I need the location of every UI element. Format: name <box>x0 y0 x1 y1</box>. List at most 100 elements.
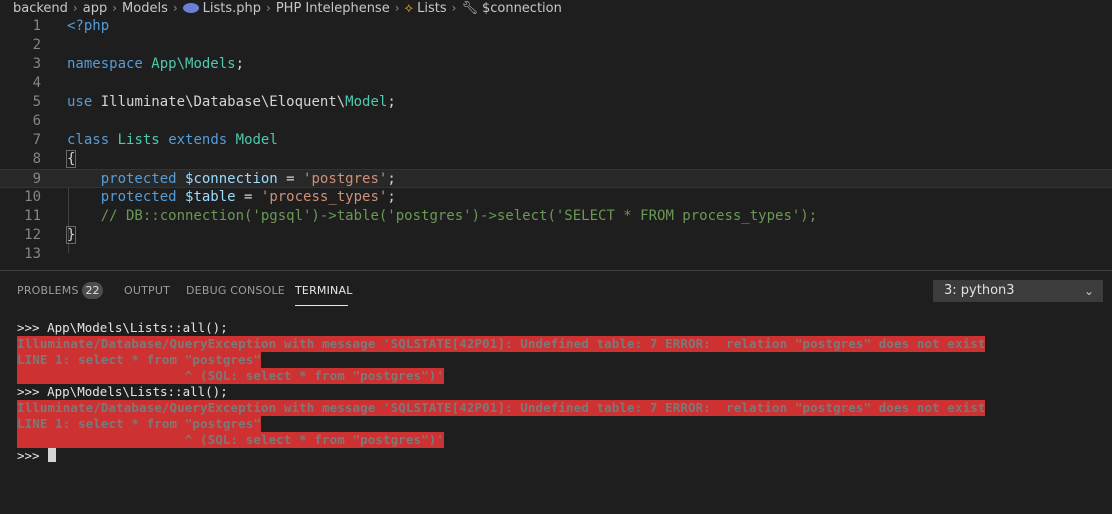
tab-terminal[interactable]: TERMINAL <box>295 284 353 297</box>
string-literal: 'postgres' <box>303 171 388 187</box>
terminal-error: ^ (SQL: select * from "postgres")' <box>17 432 445 448</box>
tab-problems[interactable]: PROBLEMS <box>17 284 79 297</box>
terminal-cursor <box>48 448 57 462</box>
terminal-line: >>> App\Models\Lists::all(); <box>17 320 1107 336</box>
line-number: 6 <box>32 113 41 129</box>
bottom-panel: PROBLEMS 22 OUTPUT DEBUG CONSOLE TERMINA… <box>0 270 1112 514</box>
breadcrumb-item-property[interactable]: $connection <box>482 1 562 16</box>
keyword: protected <box>100 171 177 187</box>
keyword: class <box>67 132 110 148</box>
line-number: 1 <box>32 18 41 34</box>
chevron-right-icon: › <box>72 1 78 15</box>
terminal-error: LINE 1: select * from "postgres" <box>17 352 262 368</box>
terminal-line: LINE 1: select * from "postgres" <box>17 416 1107 432</box>
code-line: 2 <box>0 36 1112 55</box>
chevron-right-icon: › <box>266 1 271 15</box>
code-line: 5 use Illuminate\Database\Eloquent\Model… <box>0 93 1112 112</box>
operator: = <box>277 171 304 187</box>
terminal-output[interactable]: >>> App\Models\Lists::all(); Illuminate/… <box>17 320 1107 464</box>
breadcrumb-item-class[interactable]: Lists <box>417 1 447 16</box>
punctuation: ; <box>235 56 245 72</box>
keyword: protected <box>100 189 177 205</box>
string-literal: 'process_types' <box>260 189 388 205</box>
php-file-icon <box>182 3 199 13</box>
class-name: Model <box>345 94 388 110</box>
matched-brace: } <box>65 226 77 244</box>
keyword: use <box>67 94 93 110</box>
keyword: namespace <box>67 56 143 72</box>
terminal-error: ^ (SQL: select * from "postgres")' <box>17 368 445 384</box>
terminal-line: ^ (SQL: select * from "postgres")' <box>17 368 1107 384</box>
terminal-line: >>> <box>17 448 1107 464</box>
active-tab-indicator <box>295 305 348 306</box>
panel-tabs: PROBLEMS 22 OUTPUT DEBUG CONSOLE TERMINA… <box>0 271 700 311</box>
punctuation: ; <box>387 189 396 205</box>
breadcrumb-item-app[interactable]: app <box>83 1 107 16</box>
terminal-prompt: >>> App\Models\Lists::all(); <box>17 320 228 335</box>
chevron-right-icon: › <box>172 1 178 15</box>
code-editor[interactable]: 1 <?php 2 3 namespace App\Models; 4 5 us… <box>0 17 1112 269</box>
punctuation: ; <box>387 171 396 187</box>
keyword: extends <box>168 132 228 148</box>
terminal-line: Illuminate/Database/QueryException with … <box>17 400 1107 416</box>
terminal-line: ^ (SQL: select * from "postgres")' <box>17 432 1107 448</box>
breadcrumb-item-models[interactable]: Models <box>122 1 168 16</box>
problems-count-badge: 22 <box>82 282 103 299</box>
line-number: 2 <box>32 37 41 53</box>
terminal-error: Illuminate/Database/QueryException with … <box>17 336 986 352</box>
code-line: 7 class Lists extends Model <box>0 131 1112 150</box>
comment: // DB::connection('pgsql')->table('postg… <box>100 208 818 224</box>
terminal-select-value: 3: python3 <box>944 283 1015 298</box>
namespace-name: App\Models <box>151 56 236 72</box>
chevron-down-icon: ⌄ <box>1083 284 1094 298</box>
code-line: 6 <box>0 112 1112 131</box>
code-line: 8 { <box>0 150 1112 169</box>
terminal-select[interactable]: 3: python3 ⌄ <box>933 280 1103 302</box>
breadcrumb-item-intelephense[interactable]: PHP Intelephense <box>276 1 390 16</box>
line-number: 13 <box>24 246 41 262</box>
code-line: 13 <box>0 245 1112 264</box>
breadcrumb-item-file[interactable]: Lists.php <box>203 1 261 16</box>
breadcrumb-item-backend[interactable]: backend <box>13 1 68 16</box>
line-number: 8 <box>32 151 41 167</box>
terminal-error: Illuminate/Database/QueryException with … <box>17 400 986 416</box>
class-name: Lists <box>117 132 160 148</box>
terminal-prompt: >>> App\Models\Lists::all(); <box>17 384 228 399</box>
line-number: 3 <box>32 56 41 72</box>
code-line: 4 <box>0 74 1112 93</box>
variable: $connection <box>185 171 278 187</box>
variable: $table <box>185 189 236 205</box>
code-line: 3 namespace App\Models; <box>0 55 1112 74</box>
breadcrumb: backend › app › Models › Lists.php › PHP… <box>0 0 1112 16</box>
terminal-error: LINE 1: select * from "postgres" <box>17 416 262 432</box>
terminal-line: LINE 1: select * from "postgres" <box>17 352 1107 368</box>
operator: = <box>235 189 261 205</box>
line-number: 9 <box>32 171 41 187</box>
code-line: 11 // DB::connection('pgsql')->table('po… <box>0 207 1112 226</box>
matched-brace: { <box>65 150 77 168</box>
punctuation: ; <box>387 94 396 110</box>
chevron-right-icon: › <box>451 1 457 15</box>
code-line: 10 protected $table = 'process_types'; <box>0 188 1112 207</box>
code-line: 12 } <box>0 226 1112 245</box>
terminal-line: >>> App\Models\Lists::all(); <box>17 384 1107 400</box>
terminal-line: Illuminate/Database/QueryException with … <box>17 336 1107 352</box>
tab-debug-console[interactable]: DEBUG CONSOLE <box>186 284 285 297</box>
tab-output[interactable]: OUTPUT <box>124 284 170 297</box>
code-line-current: 9 protected $connection = 'postgres'; <box>0 169 1112 188</box>
use-path: Illuminate\Database\Eloquent\ <box>100 94 346 110</box>
chevron-right-icon: › <box>394 1 400 15</box>
line-number: 5 <box>32 94 41 110</box>
property-wrench-icon: 🔧︎ <box>461 0 478 16</box>
class-symbol-icon: ⟡ <box>404 0 414 16</box>
class-name: Model <box>235 132 278 148</box>
line-number: 7 <box>32 132 41 148</box>
php-open-tag: <?php <box>67 18 110 34</box>
code-line: 1 <?php <box>0 17 1112 36</box>
line-number: 10 <box>24 189 41 205</box>
line-number: 4 <box>32 75 41 91</box>
line-number: 11 <box>24 208 41 224</box>
terminal-prompt: >>> <box>17 448 48 463</box>
line-number: 12 <box>24 227 41 243</box>
chevron-right-icon: › <box>112 1 118 15</box>
